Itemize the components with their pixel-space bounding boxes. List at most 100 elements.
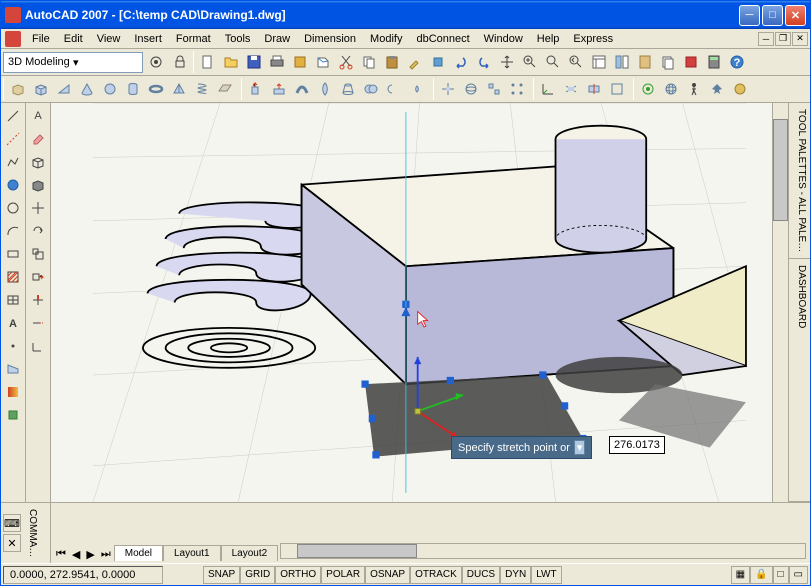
constrained-orbit-button[interactable]	[637, 78, 659, 100]
block-tool[interactable]	[2, 404, 24, 426]
command-close-icon[interactable]: ✕	[3, 534, 21, 552]
save-button[interactable]	[243, 51, 265, 73]
menu-help[interactable]: Help	[530, 31, 567, 47]
menu-draw[interactable]: Draw	[257, 31, 297, 47]
cone-button[interactable]	[76, 78, 98, 100]
help-button[interactable]: ?	[726, 51, 748, 73]
cylinder-button[interactable]	[122, 78, 144, 100]
loft-button[interactable]	[337, 78, 359, 100]
open-button[interactable]	[220, 51, 242, 73]
zoom-previous-button[interactable]	[565, 51, 587, 73]
hatch-tool[interactable]	[2, 266, 24, 288]
paste-button[interactable]	[381, 51, 403, 73]
plot-preview-button[interactable]	[289, 51, 311, 73]
tab-nav-next[interactable]: ▶	[83, 548, 97, 561]
ducs-toggle[interactable]: DUCS	[462, 566, 500, 584]
match-prop-button[interactable]	[404, 51, 426, 73]
menu-tools[interactable]: Tools	[218, 31, 258, 47]
publish-button[interactable]	[312, 51, 334, 73]
menu-express[interactable]: Express	[566, 31, 620, 47]
polysolid-button[interactable]	[7, 78, 29, 100]
menu-insert[interactable]: Insert	[127, 31, 169, 47]
menu-dbconnect[interactable]: dbConnect	[409, 31, 476, 47]
ucs-button[interactable]	[537, 78, 559, 100]
dynamic-input[interactable]: 276.0173	[609, 436, 665, 454]
subtract-button[interactable]	[383, 78, 405, 100]
wedge-button[interactable]	[53, 78, 75, 100]
sweep-button[interactable]	[291, 78, 313, 100]
vertical-scrollbar[interactable]	[772, 103, 788, 502]
extrude-button[interactable]	[245, 78, 267, 100]
menu-file[interactable]: File	[25, 31, 57, 47]
markup-button[interactable]	[680, 51, 702, 73]
flatshot-button[interactable]	[606, 78, 628, 100]
clean-screen-button[interactable]: ▭	[789, 566, 808, 584]
otrack-toggle[interactable]: OTRACK	[410, 566, 462, 584]
pyramid-button[interactable]	[168, 78, 190, 100]
status-lock-icon[interactable]: 🔒	[750, 566, 772, 584]
maximize-button[interactable]: □	[762, 5, 783, 26]
workspace-lock-button[interactable]	[169, 51, 191, 73]
solid-box-tool[interactable]	[27, 174, 49, 196]
new-button[interactable]	[197, 51, 219, 73]
ucs-icon-tool[interactable]	[27, 335, 49, 357]
visual-styles-button[interactable]	[729, 78, 751, 100]
menu-view[interactable]: View	[90, 31, 128, 47]
snap-toggle[interactable]: SNAP	[203, 566, 240, 584]
block-editor-button[interactable]	[427, 51, 449, 73]
command-keyboard-icon[interactable]: ⌨	[3, 514, 21, 532]
menu-window[interactable]: Window	[477, 31, 530, 47]
wireframe-box-tool[interactable]	[27, 151, 49, 173]
ortho-toggle[interactable]: ORTHO	[275, 566, 321, 584]
union-button[interactable]	[360, 78, 382, 100]
planar-surface-button[interactable]	[214, 78, 236, 100]
grid-toggle[interactable]: GRID	[240, 566, 275, 584]
status-tray-icon[interactable]: ▦	[731, 566, 750, 584]
sphere-button[interactable]	[99, 78, 121, 100]
rotate-tool[interactable]	[27, 220, 49, 242]
box-button[interactable]	[30, 78, 52, 100]
circle-tool[interactable]	[2, 197, 24, 219]
coordinates-display[interactable]: 0.0000, 272.9541, 0.0000	[3, 566, 163, 584]
workspace-selector[interactable]: 3D Modeling ▾	[3, 52, 143, 73]
mdi-close[interactable]: ✕	[792, 32, 808, 46]
plot-button[interactable]	[266, 51, 288, 73]
construction-line-tool[interactable]	[2, 128, 24, 150]
region-tool[interactable]	[2, 358, 24, 380]
menu-edit[interactable]: Edit	[57, 31, 90, 47]
polyline-tool[interactable]	[2, 151, 24, 173]
revolve-button[interactable]	[314, 78, 336, 100]
sphere-tool[interactable]	[2, 174, 24, 196]
presspull-button[interactable]	[268, 78, 290, 100]
extend-tool[interactable]	[27, 312, 49, 334]
qcalc-button[interactable]	[703, 51, 725, 73]
tab-nav-last[interactable]: ⏭	[98, 548, 114, 561]
undo-button[interactable]	[450, 51, 472, 73]
point-tool[interactable]	[2, 335, 24, 357]
move-tool[interactable]	[27, 197, 49, 219]
redo-button[interactable]	[473, 51, 495, 73]
polar-toggle[interactable]: POLAR	[321, 566, 365, 584]
intersect-button[interactable]	[406, 78, 428, 100]
zoom-window-button[interactable]	[542, 51, 564, 73]
3d-rotate-button[interactable]	[460, 78, 482, 100]
fly-button[interactable]	[706, 78, 728, 100]
dropdown-icon[interactable]: ▾	[574, 440, 586, 455]
horizontal-scrollbar[interactable]	[280, 543, 806, 559]
lwt-toggle[interactable]: LWT	[531, 566, 561, 584]
tab-model[interactable]: Model	[114, 545, 163, 561]
mtext-tool[interactable]: A	[2, 312, 24, 334]
dyn-toggle[interactable]: DYN	[500, 566, 531, 584]
3d-move-button[interactable]	[437, 78, 459, 100]
mdi-minimize[interactable]: ─	[758, 32, 774, 46]
menu-format[interactable]: Format	[169, 31, 218, 47]
free-orbit-button[interactable]	[660, 78, 682, 100]
text-tool[interactable]: A	[27, 105, 49, 127]
close-button[interactable]: ✕	[785, 5, 806, 26]
scale-tool[interactable]	[27, 243, 49, 265]
properties-button[interactable]	[588, 51, 610, 73]
cut-button[interactable]	[335, 51, 357, 73]
tool-palettes-panel[interactable]: TOOL PALETTES - ALL PALE…	[789, 103, 810, 259]
torus-button[interactable]	[145, 78, 167, 100]
walk-button[interactable]	[683, 78, 705, 100]
